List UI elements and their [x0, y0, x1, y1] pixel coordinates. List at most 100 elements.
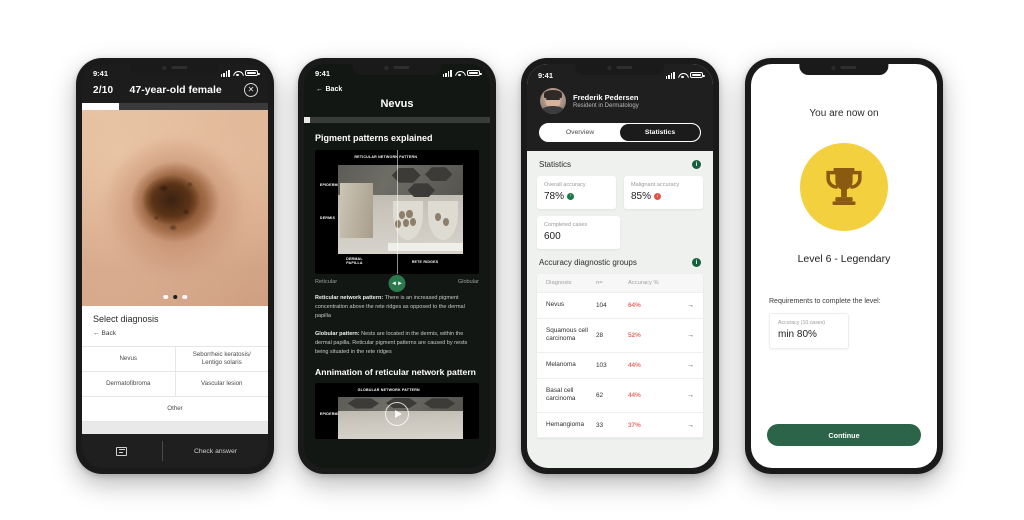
- carousel-dot[interactable]: [182, 294, 187, 299]
- diagnosis-option-nevus[interactable]: Nevus: [82, 347, 175, 371]
- cell-diagnosis: Melanoma: [546, 360, 576, 368]
- comparison-slider-handle[interactable]: ◄►: [388, 275, 406, 292]
- stat-cards-row-2: Completed cases 600: [537, 216, 703, 249]
- requirements-label: Requirements to complete the level:: [769, 298, 881, 305]
- back-button[interactable]: ← Back: [304, 80, 490, 93]
- battery-icon: [245, 69, 260, 77]
- stat-card-value: 85%: [631, 191, 652, 202]
- column-header-accuracy: Accuracy %: [628, 280, 659, 286]
- stat-card-label: Malignant accuracy: [631, 182, 680, 188]
- phone1-bottom-bar: Check answer: [82, 434, 268, 468]
- close-icon[interactable]: ✕: [244, 83, 258, 97]
- stat-card-malignant-accuracy: Malignant accuracy 85% ↓: [624, 176, 703, 209]
- sheet-title: Select diagnosis: [93, 314, 159, 324]
- diagnosis-option-other[interactable]: Other: [82, 397, 268, 421]
- phone1-notch: [130, 64, 220, 75]
- chevron-right-icon[interactable]: →: [680, 422, 694, 429]
- stat-card-value-wrap: 78% ↑: [544, 191, 609, 202]
- chevron-right-icon[interactable]: →: [680, 362, 694, 369]
- check-answer-button[interactable]: Check answer: [163, 448, 268, 455]
- lesion-photo[interactable]: [82, 110, 268, 306]
- cell-n: 103: [596, 361, 607, 369]
- levelup-headline: You are now on: [809, 108, 879, 119]
- back-button[interactable]: ← Back: [93, 330, 257, 337]
- back-label: Back: [325, 86, 343, 93]
- table-header-row: Diagnosis n= Accuracy %: [537, 274, 703, 293]
- article-body: Pigment patterns explained RETICULAR NET…: [304, 123, 490, 468]
- avatar[interactable]: [540, 88, 566, 114]
- arrow-left-icon: ←: [93, 330, 100, 337]
- wifi-icon: [455, 70, 464, 77]
- play-icon[interactable]: [385, 401, 409, 426]
- tab-statistics[interactable]: Statistics: [620, 124, 700, 141]
- carousel-dot-active[interactable]: [172, 294, 178, 299]
- diagnosis-option-vascular-lesion[interactable]: Vascular lesion: [174, 372, 269, 396]
- status-time: 9:41: [93, 68, 109, 78]
- phone2-screen: 9:41 ← Back Nevus Pigment patterns expla…: [304, 64, 490, 468]
- paragraph-reticular-term: Reticular network pattern:: [315, 295, 384, 301]
- page-title: 47-year-old female: [129, 84, 222, 96]
- info-icon[interactable]: i: [692, 258, 701, 267]
- continue-button[interactable]: Continue: [767, 424, 921, 446]
- diagnosis-option-dermatofibroma[interactable]: Dermatofibroma: [82, 372, 175, 396]
- stat-card-completed-cases: Completed cases 600: [537, 216, 620, 249]
- table-row[interactable]: Hemangioma 33 37% →: [537, 413, 703, 439]
- cell-diagnosis: Squamous cell carcinoma: [546, 326, 588, 343]
- speaker-icon: [616, 66, 633, 69]
- diagnosis-options-grid: Nevus Seborrheic keratosis/ Lentigo sola…: [82, 346, 268, 422]
- reticular-network: [390, 167, 462, 199]
- pigment-nest: [406, 209, 413, 218]
- cell-accuracy: 44%: [628, 361, 641, 369]
- phone-level-up: You are now on Level 6 - Legendary Requi…: [745, 58, 943, 474]
- notes-button[interactable]: [82, 446, 162, 456]
- user-name: Frederik Pedersen: [573, 92, 639, 102]
- battery-icon: [467, 69, 482, 77]
- phone4-screen: You are now on Level 6 - Legendary Requi…: [751, 64, 937, 468]
- animation-video-figure[interactable]: GLOBULAR NETWORK PATTERN EPIDERMIS: [315, 383, 479, 440]
- carousel-dot[interactable]: [163, 294, 168, 299]
- info-icon[interactable]: i: [692, 160, 701, 169]
- phone2-notch: [352, 64, 442, 75]
- cellular-signal-icon: [665, 71, 675, 79]
- cell-diagnosis: Basal cell carcinoma: [546, 386, 576, 403]
- statistics-body: Statistics i Overall accuracy 78% ↑ Mali…: [527, 151, 713, 468]
- avatar-glasses: [545, 98, 561, 101]
- stat-card-value-wrap: 85% ↓: [631, 191, 696, 202]
- quiz-progress-fill: [82, 103, 120, 110]
- table-row[interactable]: Melanoma 103 44% →: [537, 353, 703, 379]
- requirement-card-label: Accuracy (10 cases): [778, 320, 825, 326]
- screenshot-stage: 9:41 2/10 47-year-old female ✕ Select di…: [0, 0, 1024, 520]
- skin-cross-section-figure[interactable]: RETICULAR NETWORK PATTERN EPIDERMIS DERM…: [315, 150, 479, 274]
- stat-card-value: 600: [544, 231, 561, 242]
- user-profile[interactable]: Frederik Pedersen Resident in Dermatolog…: [527, 82, 713, 114]
- avatar-hair: [544, 90, 562, 98]
- requirement-card-value: min 80%: [778, 329, 817, 340]
- groups-section-header: Accuracy diagnostic groups i: [537, 249, 703, 274]
- network-hex: [423, 398, 456, 409]
- segmented-control[interactable]: Overview Statistics: [539, 123, 701, 142]
- table-row[interactable]: Squamous cell carcinoma 28 52% →: [537, 319, 703, 353]
- stat-card-label: Completed cases: [544, 222, 588, 228]
- statistics-title: Statistics: [539, 160, 572, 169]
- tab-overview[interactable]: Overview: [540, 124, 620, 141]
- table-row[interactable]: Basal cell carcinoma 62 44% →: [537, 379, 703, 413]
- phone-profile-statistics: 9:41 Frederik Pedersen Resident in Derma…: [521, 58, 719, 474]
- chevron-right-icon[interactable]: →: [680, 302, 694, 309]
- chevron-right-icon[interactable]: →: [680, 332, 694, 339]
- chevron-right-icon[interactable]: →: [680, 392, 694, 399]
- trend-down-icon: ↓: [654, 193, 662, 200]
- camera-icon: [831, 66, 836, 70]
- phone1-top-bar: 2/10 47-year-old female ✕: [82, 80, 268, 103]
- cell-accuracy: 52%: [628, 331, 641, 339]
- photo-carousel-dots[interactable]: [163, 294, 187, 299]
- diagnosis-row: Nevus Seborrheic keratosis/ Lentigo sola…: [82, 347, 268, 372]
- table-row[interactable]: Nevus 104 64% →: [537, 293, 703, 319]
- camera-icon: [162, 66, 167, 70]
- skin-block-illustration: [337, 164, 463, 255]
- phone3-screen: 9:41 Frederik Pedersen Resident in Derma…: [527, 64, 713, 468]
- diagnosis-option-seborrheic[interactable]: Seborrheic keratosis/ Lentigo solaris: [174, 347, 269, 371]
- battery-icon: [690, 71, 705, 79]
- cellular-signal-icon: [220, 69, 230, 77]
- levelup-header: You are now on: [751, 108, 937, 119]
- speaker-icon: [393, 66, 410, 69]
